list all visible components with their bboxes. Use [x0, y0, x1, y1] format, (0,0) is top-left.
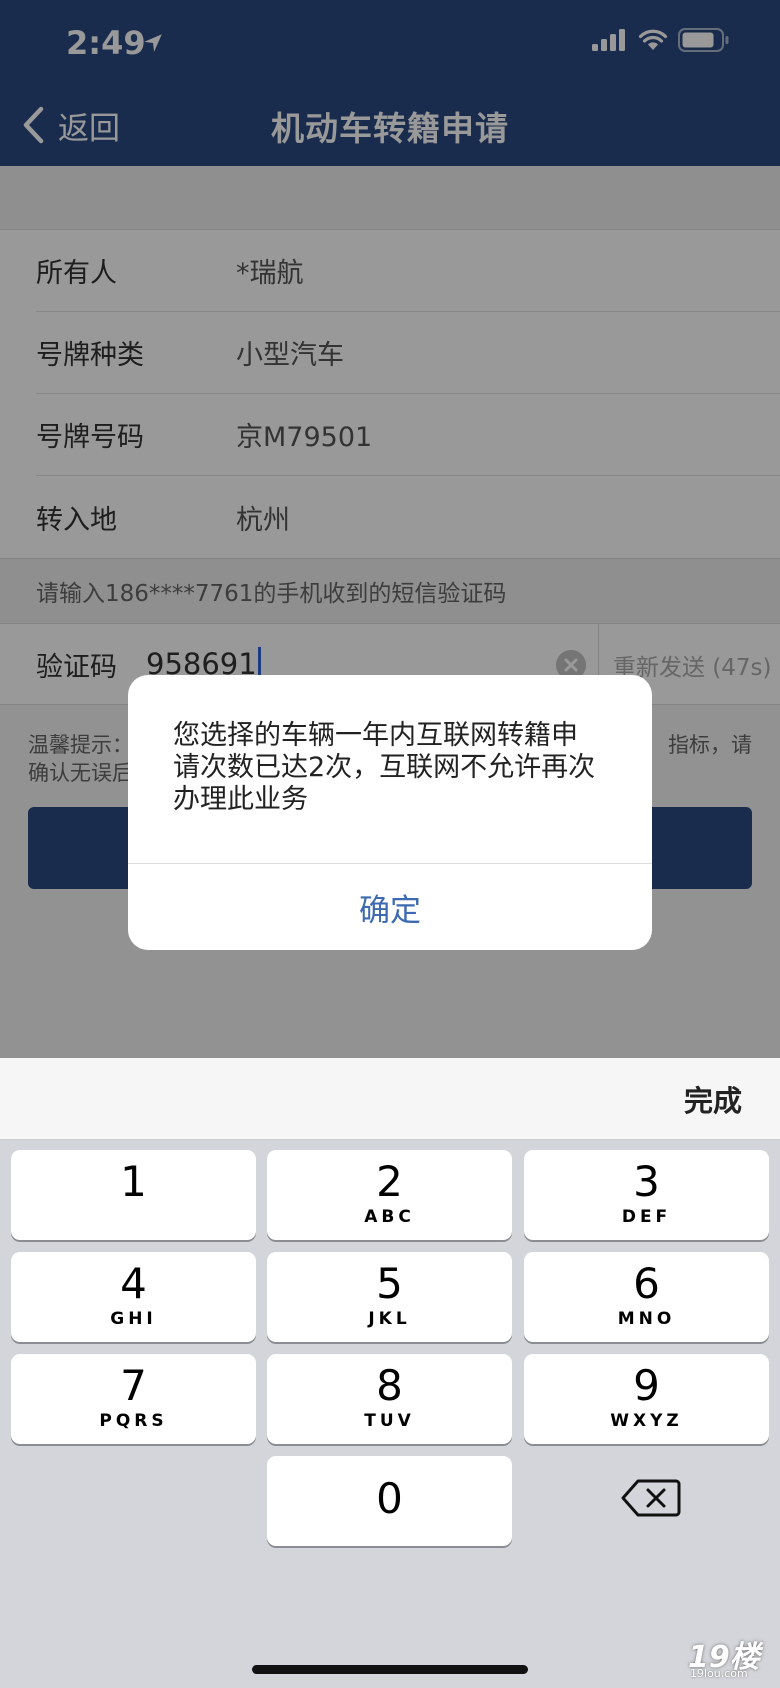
key-7[interactable]: 7 PQRS: [11, 1354, 256, 1444]
key-5[interactable]: 5 JKL: [267, 1252, 512, 1342]
key-letters: DEF: [621, 1207, 672, 1227]
key-3[interactable]: 3 DEF: [524, 1150, 769, 1240]
key-digit: 3: [633, 1157, 660, 1206]
key-8[interactable]: 8 TUV: [267, 1354, 512, 1444]
key-2[interactable]: 2 ABC: [267, 1150, 512, 1240]
key-digit: 8: [376, 1361, 403, 1410]
confirm-button[interactable]: 确定: [128, 863, 652, 950]
key-1[interactable]: 1: [11, 1150, 256, 1240]
home-indicator[interactable]: [252, 1665, 528, 1674]
key-9[interactable]: 9 WXYZ: [524, 1354, 769, 1444]
key-letters: MNO: [617, 1309, 676, 1329]
keyboard-toolbar: 完成: [0, 1058, 780, 1140]
key-digit: 5: [376, 1259, 403, 1308]
key-letters: TUV: [364, 1411, 415, 1431]
key-letters: JKL: [368, 1309, 411, 1329]
key-digit: 4: [120, 1259, 147, 1308]
key-digit: 2: [376, 1157, 403, 1206]
key-4[interactable]: 4 GHI: [11, 1252, 256, 1342]
key-digit: 0: [376, 1474, 403, 1523]
key-digit: 7: [120, 1361, 147, 1410]
alert-message: 您选择的车辆一年内互联网转籍申请次数已达2次，互联网不允许再次办理此业务: [173, 720, 596, 815]
done-button[interactable]: 完成: [684, 1078, 742, 1120]
backspace-icon[interactable]: [620, 1477, 682, 1519]
key-6[interactable]: 6 MNO: [524, 1252, 769, 1342]
key-letters: WXYZ: [610, 1411, 683, 1431]
number-keypad: 1 2 ABC 3 DEF 4 GHI 5 JKL 6 MNO 7 PQRS 8…: [0, 1140, 780, 1688]
alert-dialog: 您选择的车辆一年内互联网转籍申请次数已达2次，互联网不允许再次办理此业务 确定: [128, 675, 652, 950]
key-digit: 9: [633, 1361, 660, 1410]
key-letters: ABC: [364, 1207, 415, 1227]
key-letters: GHI: [110, 1309, 157, 1329]
key-0[interactable]: 0: [267, 1456, 512, 1546]
key-letters: PQRS: [99, 1411, 168, 1431]
watermark-site: 19lou.com: [690, 1667, 748, 1680]
key-digit: 6: [633, 1259, 660, 1308]
key-digit: 1: [120, 1157, 147, 1206]
